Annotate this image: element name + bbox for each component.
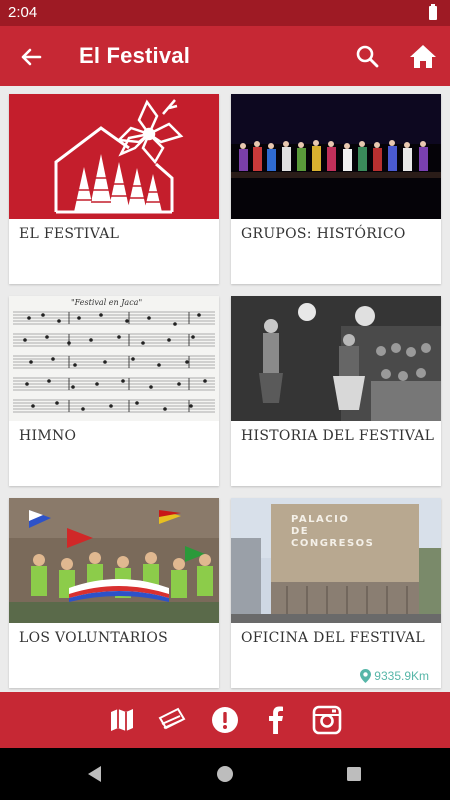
tickets-button[interactable] (157, 704, 189, 736)
card-grupos-historico[interactable]: GRUPOS: HISTÓRICO (231, 94, 441, 284)
card-label: LOS VOLUNTARIOS (19, 630, 169, 646)
card-voluntarios[interactable]: LOS VOLUNTARIOS (9, 498, 219, 688)
arrow-left-icon (21, 48, 42, 66)
tickets-icon (158, 707, 186, 730)
home-button[interactable] (406, 40, 440, 74)
nav-home-button[interactable] (213, 762, 237, 786)
card-label: OFICINA DEL FESTIVAL (241, 630, 425, 646)
sheet-title: "Festival en Jaca" (71, 298, 143, 307)
back-button[interactable] (14, 40, 48, 74)
card-label: GRUPOS: HISTÓRICO (241, 226, 406, 242)
circle-home-icon (217, 766, 233, 782)
instagram-button[interactable] (311, 704, 343, 736)
sign-line: DE (291, 526, 310, 537)
nav-recents-button[interactable] (342, 762, 366, 786)
facebook-button[interactable] (260, 704, 292, 736)
distance-indicator: 9335.9Km (360, 669, 429, 683)
card-historia[interactable]: HISTORIA DEL FESTIVAL (231, 296, 441, 486)
square-recents-icon (347, 767, 361, 781)
card-label: HISTORIA DEL FESTIVAL (241, 428, 435, 444)
triangle-back-icon (88, 766, 101, 782)
distance-text: 9335.9Km (374, 669, 429, 683)
sign-line: PALACIO (291, 514, 350, 525)
system-nav-bar (0, 748, 450, 800)
map-button[interactable] (106, 704, 138, 736)
search-icon (356, 45, 379, 68)
facebook-icon (269, 706, 283, 734)
alert-button[interactable] (209, 704, 241, 736)
voluntarios-photo (9, 498, 219, 623)
building-sign: PALACIO DE CONGRESOS (291, 514, 374, 550)
content-grid: EL FESTIVAL GRUPOS: HISTÓRICO "Festival … (0, 86, 450, 692)
festival-logo-image (9, 94, 219, 219)
location-pin-icon (360, 669, 372, 683)
card-himno[interactable]: "Festival en Jaca" HIMNO (9, 296, 219, 486)
search-button[interactable] (353, 42, 383, 72)
home-icon (410, 45, 436, 68)
page-title: El Festival (79, 43, 191, 68)
oficina-building-photo: PALACIO DE CONGRESOS (231, 498, 441, 623)
instagram-icon (312, 705, 342, 735)
alert-icon (212, 707, 238, 733)
grupos-stage-photo (231, 94, 441, 219)
map-icon (111, 709, 133, 731)
card-label: EL FESTIVAL (19, 226, 120, 242)
himno-sheet-music-image: "Festival en Jaca" (9, 296, 219, 421)
card-label: HIMNO (19, 428, 77, 444)
card-el-festival[interactable]: EL FESTIVAL (9, 94, 219, 284)
battery-icon (429, 4, 437, 20)
status-time: 2:04 (8, 4, 38, 21)
historia-bw-photo (231, 296, 441, 421)
status-bar: 2:04 (0, 0, 450, 26)
nav-back-button[interactable] (83, 762, 107, 786)
card-oficina[interactable]: PALACIO DE CONGRESOS OFICINA DEL FESTIVA… (231, 498, 441, 688)
bottom-toolbar (0, 692, 450, 748)
app-bar: El Festival (0, 26, 450, 86)
sign-line: CONGRESOS (291, 538, 375, 549)
